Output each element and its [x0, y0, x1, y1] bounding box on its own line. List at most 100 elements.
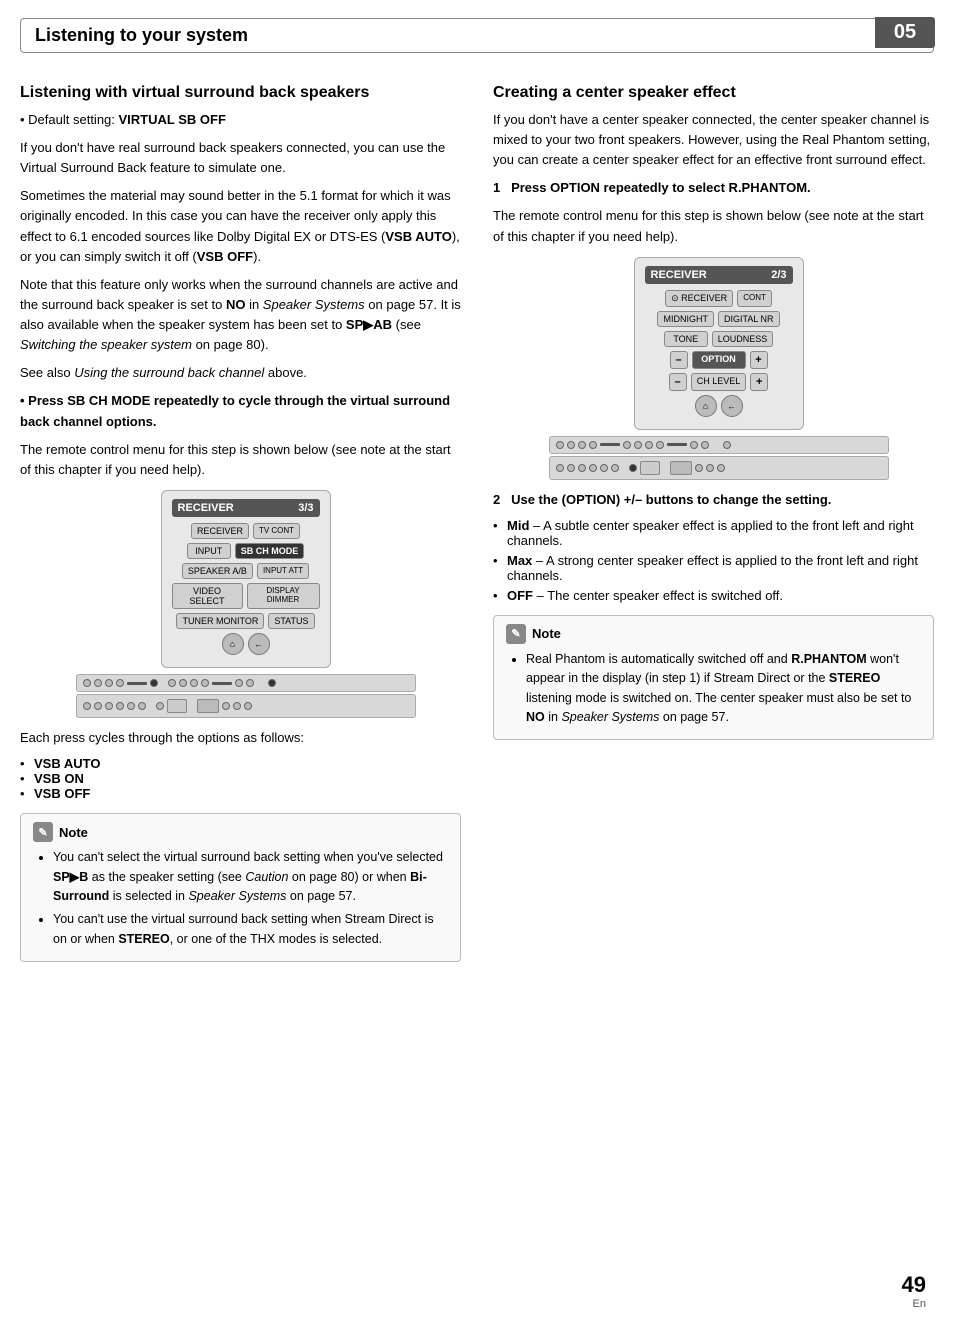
remote-btn-input: INPUT — [187, 543, 231, 559]
right-note-box: ✎ Note Real Phantom is automatically swi… — [493, 615, 934, 741]
pd5 — [150, 679, 158, 687]
r2-btn-receiver: ⊙ RECEIVER — [665, 290, 733, 307]
cycle-option-3: VSB OFF — [20, 786, 461, 801]
remote-1-title: RECEIVER — [178, 502, 234, 514]
left-para-4: See also Using the surround back channel… — [20, 363, 461, 383]
remote-2-row-3: TONE LOUDNESS — [645, 331, 793, 347]
r2-btn-plus1: + — [750, 351, 768, 369]
remote-1: RECEIVER 3/3 RECEIVER TV CONT INPUT SB C… — [161, 490, 331, 668]
r2-btn-plus2: + — [750, 373, 768, 391]
pl4 — [667, 443, 687, 446]
pl1 — [127, 682, 147, 685]
r2-btn-chlevel: CH LEVEL — [691, 373, 747, 391]
panel-strip-2 — [549, 436, 889, 454]
right-note-list: Real Phantom is automatically switched o… — [506, 650, 921, 728]
pd19 — [156, 702, 164, 710]
right-note-item-1: Real Phantom is automatically switched o… — [526, 650, 921, 728]
pd33 — [723, 441, 731, 449]
remote-2-container: RECEIVER 2/3 ⊙ RECEIVER CONT MIDNIGHT DI… — [503, 257, 934, 480]
page-title: Listening to your system — [35, 25, 248, 46]
pd7 — [179, 679, 187, 687]
left-note-box: ✎ Note You can't select the virtual surr… — [20, 813, 461, 962]
panel-display — [167, 699, 187, 713]
remote-btn-sbchmode: SB CH MODE — [235, 543, 305, 559]
right-column: Creating a center speaker effect If you … — [485, 83, 934, 962]
pd10 — [235, 679, 243, 687]
step1-desc: The remote control menu for this step is… — [493, 206, 934, 246]
left-note-item-2: You can't use the virtual surround back … — [53, 910, 448, 949]
panel-strip-1 — [76, 674, 416, 692]
remote-2-row-2: MIDNIGHT DIGITAL NR — [645, 311, 793, 327]
step1-instruction: 1 Press OPTION repeatedly to select R.PH… — [493, 178, 934, 198]
chapter-number: 05 — [875, 17, 935, 48]
page-number: 49 — [902, 1272, 926, 1298]
right-note-header: ✎ Note — [506, 624, 921, 644]
step2-instruction: 2 Use the (OPTION) +/– buttons to change… — [493, 490, 934, 510]
remote-1-container: RECEIVER 3/3 RECEIVER TV CONT INPUT SB C… — [30, 490, 461, 718]
pd12 — [268, 679, 276, 687]
remote-btn-tvcont: TV CONT — [253, 523, 300, 539]
default-value: VIRTUAL SB OFF — [119, 112, 226, 127]
step1-num: 1 — [493, 180, 500, 195]
pd40 — [629, 464, 637, 472]
pd15 — [105, 702, 113, 710]
pd32 — [701, 441, 709, 449]
cycles-label: Each press cycles through the options as… — [20, 728, 461, 748]
pd14 — [94, 702, 102, 710]
pd30 — [656, 441, 664, 449]
remote-btn-status: STATUS — [268, 613, 314, 629]
remote-btn-home: ⌂ — [222, 633, 244, 655]
page-footer: 49 En — [902, 1272, 926, 1310]
default-label: Default setting: — [28, 112, 115, 127]
pd8 — [190, 679, 198, 687]
r2-btn-minus1: – — [670, 351, 688, 369]
pd35 — [567, 464, 575, 472]
left-note-list: You can't select the virtual surround ba… — [33, 848, 448, 949]
panel-display-2 — [640, 461, 660, 475]
pd11 — [246, 679, 254, 687]
r2-btn-digitalnr: DIGITAL NR — [718, 311, 780, 327]
remote-desc-1: The remote control menu for this step is… — [20, 440, 461, 480]
r2-btn-home: ⌂ — [695, 395, 717, 417]
cycle-option-2: VSB ON — [20, 771, 461, 786]
remote-btn-speakerab: SPEAKER A/B — [182, 563, 253, 579]
step2-options-list: Mid – A subtle center speaker effect is … — [493, 518, 934, 603]
pd38 — [600, 464, 608, 472]
page-lang: En — [913, 1298, 926, 1310]
pd31 — [690, 441, 698, 449]
remote-2-row-home: ⌂ ← — [645, 395, 793, 417]
left-note-header: ✎ Note — [33, 822, 448, 842]
left-para-1: If you don't have real surround back spe… — [20, 138, 461, 178]
remote-2-page: 2/3 — [771, 269, 786, 281]
left-section-title: Listening with virtual surround back spe… — [20, 83, 461, 104]
left-para-2: Sometimes the material may sound better … — [20, 186, 461, 267]
panel-strip-2b — [549, 456, 889, 480]
default-setting: • Default setting: VIRTUAL SB OFF — [20, 110, 461, 130]
remote-btn-tunermonitor: TUNER MONITOR — [176, 613, 264, 629]
pd23 — [556, 441, 564, 449]
r2-btn-back: ← — [721, 395, 743, 417]
pd22 — [244, 702, 252, 710]
right-section-title: Creating a center speaker effect — [493, 83, 934, 104]
left-column: Listening with virtual surround back spe… — [20, 83, 485, 962]
pd37 — [589, 464, 597, 472]
note-icon-left: ✎ — [33, 822, 53, 842]
cycle-option-1: VSB AUTO — [20, 756, 461, 771]
pd9 — [201, 679, 209, 687]
step2-option-max: Max – A strong center speaker effect is … — [493, 553, 934, 583]
pd2 — [94, 679, 102, 687]
remote-btn-receiver: RECEIVER — [191, 523, 249, 539]
cycle-options-list: VSB AUTO VSB ON VSB OFF — [20, 756, 461, 801]
pd42 — [706, 464, 714, 472]
remote-2-header: RECEIVER 2/3 — [645, 266, 793, 284]
panel-knob-2 — [670, 461, 692, 475]
r2-btn-tone: TONE — [664, 331, 708, 347]
left-para-3: Note that this feature only works when t… — [20, 275, 461, 356]
content-area: Listening with virtual surround back spe… — [0, 53, 954, 982]
pd16 — [116, 702, 124, 710]
remote-1-row-3: SPEAKER A/B INPUT ATT — [172, 563, 320, 579]
pd28 — [634, 441, 642, 449]
pd41 — [695, 464, 703, 472]
remote-2-title: RECEIVER — [651, 269, 707, 281]
step2-num: 2 — [493, 492, 500, 507]
